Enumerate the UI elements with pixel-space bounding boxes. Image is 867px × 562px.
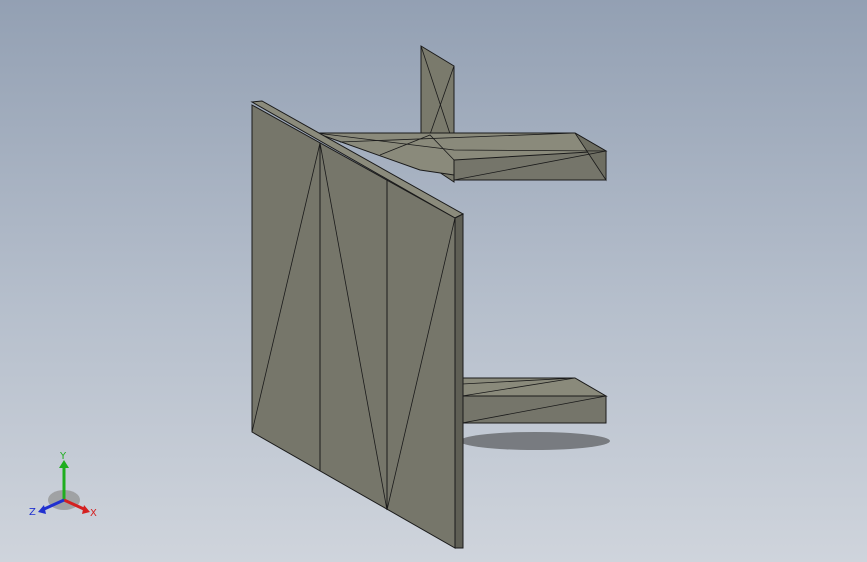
view-triad[interactable]: Y X Z	[24, 448, 104, 528]
graphics-viewport[interactable]: Y X Z	[0, 0, 867, 562]
x-axis-label: X	[90, 508, 97, 519]
x-axis-arrow	[82, 505, 90, 514]
lower-arm	[461, 377, 608, 424]
3d-model[interactable]	[0, 0, 867, 562]
y-axis-label: Y	[59, 451, 67, 462]
model-shadow	[460, 432, 610, 450]
z-axis-arrow	[38, 505, 46, 514]
z-axis-label: Z	[29, 507, 36, 518]
